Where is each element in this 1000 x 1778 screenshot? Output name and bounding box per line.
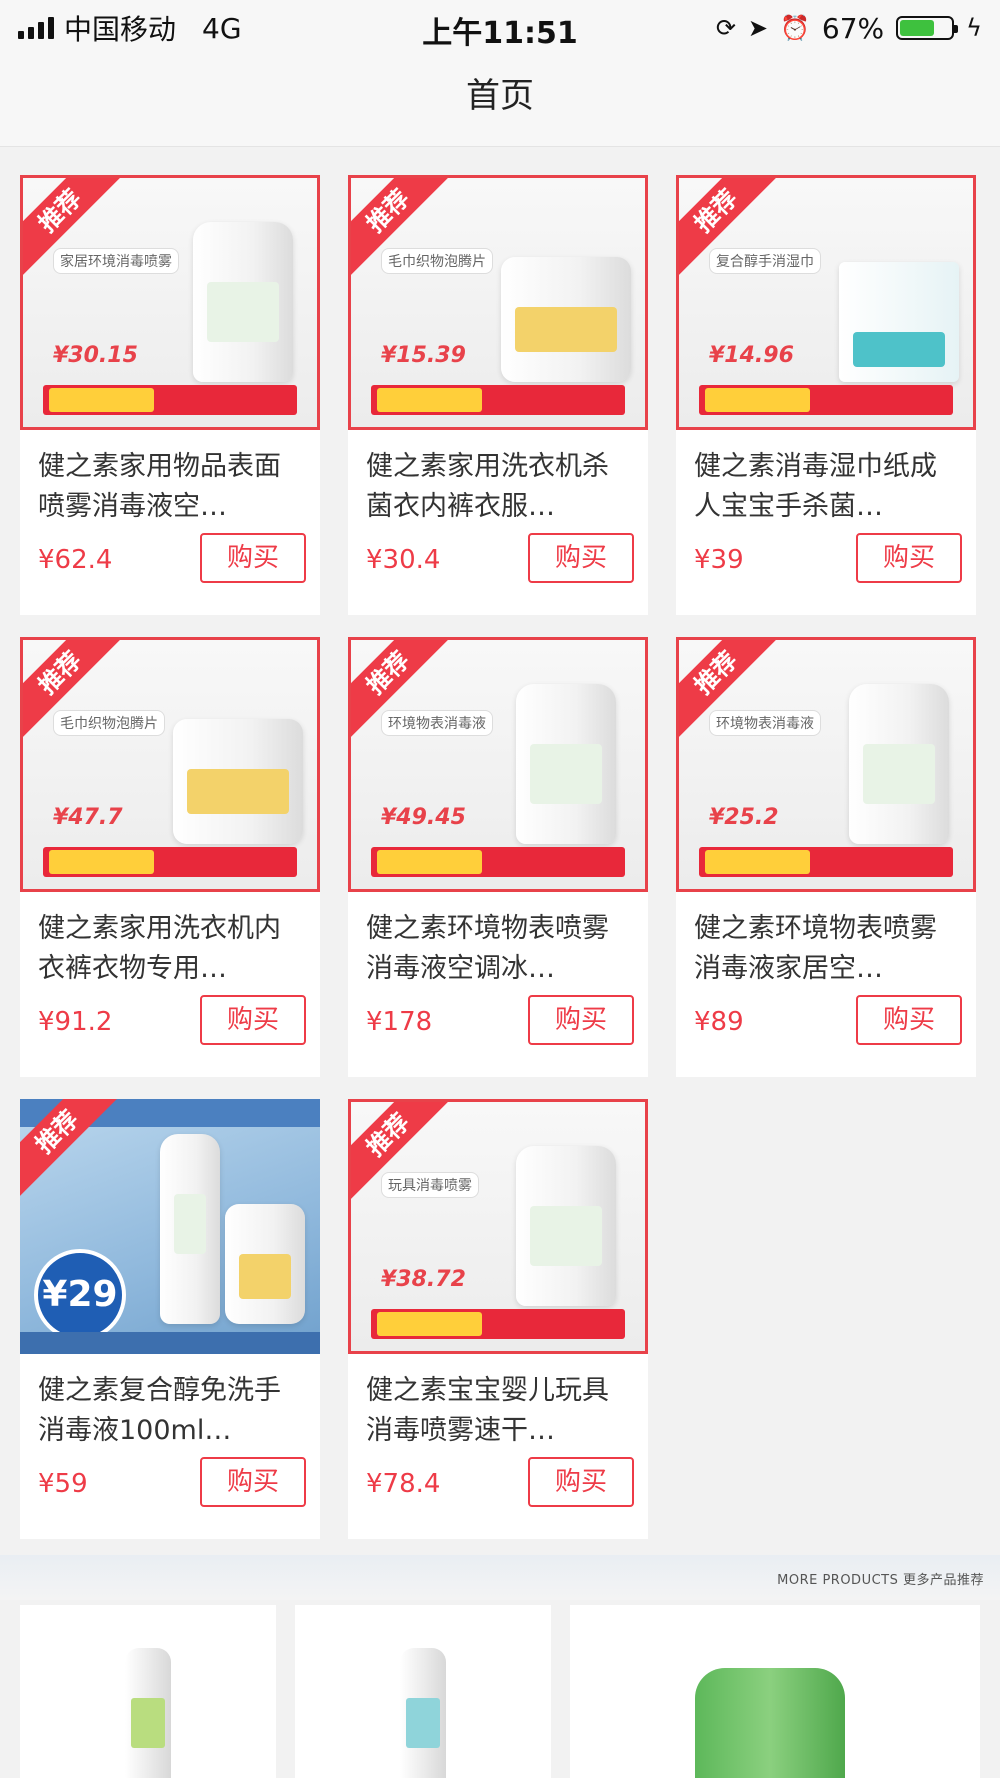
- buy-button[interactable]: 购买: [856, 995, 962, 1045]
- more-product-card[interactable]: [570, 1605, 980, 1778]
- product-thumbnail[interactable]: ¥29 推荐: [20, 1099, 320, 1354]
- product-card[interactable]: 家居环境消毒喷雾 ¥30.15 推荐 健之素家用物品表面喷雾消毒液空… ¥62.…: [20, 175, 320, 615]
- status-right: ⟳ ➤ ⏰ 67% ϟ: [716, 10, 982, 46]
- tablet-jar-image: [501, 257, 631, 382]
- buy-button[interactable]: 购买: [200, 1457, 306, 1507]
- page-title: 首页: [466, 76, 534, 116]
- product-card[interactable]: 环境物表消毒液 ¥25.2 推荐 健之素环境物表喷雾消毒液家居空… ¥89 购买: [676, 637, 976, 1077]
- thumbnail-price: ¥38.72: [381, 1267, 466, 1292]
- product-thumbnail[interactable]: 毛巾织物泡腾片 ¥15.39 推荐: [348, 175, 648, 430]
- product-thumbnail[interactable]: 玩具消毒喷雾 ¥38.72 推荐: [348, 1099, 648, 1354]
- thumbnail-price: ¥47.7: [53, 805, 123, 830]
- orientation-lock-icon: ⟳: [715, 14, 736, 42]
- product-card[interactable]: ¥29 推荐 健之素复合醇免洗手消毒液100ml… ¥59 购买: [20, 1099, 320, 1539]
- product-price: ¥39: [694, 545, 744, 575]
- thumbnail-price: ¥49.45: [381, 805, 466, 830]
- tablet-jar-image: [225, 1204, 305, 1324]
- more-product-card[interactable]: [20, 1605, 276, 1778]
- product-price: ¥89: [694, 1007, 744, 1037]
- buy-button[interactable]: 购买: [528, 1457, 634, 1507]
- pump-bottle-image: [695, 1668, 845, 1778]
- location-icon: ➤: [747, 14, 769, 42]
- product-card[interactable]: 玩具消毒喷雾 ¥38.72 推荐 健之素宝宝婴儿玩具消毒喷雾速干… ¥78.4 …: [348, 1099, 648, 1539]
- product-thumbnail[interactable]: 环境物表消毒液 ¥25.2 推荐: [676, 637, 976, 892]
- buy-button[interactable]: 购买: [528, 533, 634, 583]
- tablet-jar-image: [173, 719, 303, 844]
- product-title[interactable]: 健之素消毒湿巾纸成人宝宝手杀菌…: [694, 447, 962, 527]
- product-title[interactable]: 健之素宝宝婴儿玩具消毒喷雾速干…: [366, 1371, 634, 1451]
- product-price: ¥62.4: [38, 545, 113, 575]
- banner-strip: [20, 1332, 320, 1354]
- promo-band: [371, 1309, 625, 1339]
- product-thumbnail[interactable]: 复合醇手消湿巾 ¥14.96 推荐: [676, 175, 976, 430]
- product-thumbnail[interactable]: 家居环境消毒喷雾 ¥30.15 推荐: [20, 175, 320, 430]
- product-price: ¥59: [38, 1469, 88, 1499]
- promo-band: [43, 847, 297, 877]
- thumbnail-price: ¥30.15: [53, 343, 138, 368]
- more-product-card[interactable]: [295, 1605, 551, 1778]
- thumbnail-price: ¥15.39: [381, 343, 466, 368]
- bottle-image: [400, 1648, 446, 1778]
- thumbnail-tag: 环境物表消毒液: [709, 710, 821, 736]
- promo-band: [43, 385, 297, 415]
- product-thumbnail[interactable]: 环境物表消毒液 ¥49.45 推荐: [348, 637, 648, 892]
- charging-icon: ϟ: [966, 14, 982, 42]
- battery-percent: 67%: [821, 11, 885, 45]
- product-price: ¥30.4: [366, 545, 441, 575]
- bottle-image: [125, 1648, 171, 1778]
- product-card[interactable]: 毛巾织物泡腾片 ¥47.7 推荐 健之素家用洗衣机内衣裤衣物专用… ¥91.2 …: [20, 637, 320, 1077]
- spray-bottle-image: [849, 684, 949, 844]
- thumbnail-price: ¥25.2: [709, 805, 779, 830]
- promo-band: [371, 847, 625, 877]
- battery-icon: [896, 16, 959, 40]
- product-price: ¥91.2: [38, 1007, 113, 1037]
- spray-bottle-image: [193, 222, 293, 382]
- promo-band: [699, 847, 953, 877]
- product-title[interactable]: 健之素家用洗衣机内衣裤衣物专用…: [38, 909, 306, 989]
- promo-band: [371, 385, 625, 415]
- thumbnail-tag: 家居环境消毒喷雾: [53, 248, 179, 274]
- thumbnail-tag: 复合醇手消湿巾: [709, 248, 821, 274]
- more-products-label: MORE PRODUCTS 更多产品推荐: [777, 1573, 984, 1588]
- product-price: ¥78.4: [366, 1469, 441, 1499]
- product-title[interactable]: 健之素复合醇免洗手消毒液100ml…: [38, 1371, 306, 1451]
- product-title[interactable]: 健之素环境物表喷雾消毒液家居空…: [694, 909, 962, 989]
- thumbnail-tag: 环境物表消毒液: [381, 710, 493, 736]
- wipes-box-image: [839, 262, 959, 382]
- nav-bar: 首页: [0, 56, 1000, 147]
- product-card[interactable]: 环境物表消毒液 ¥49.45 推荐 健之素环境物表喷雾消毒液空调冰… ¥178 …: [348, 637, 648, 1077]
- promo-band: [699, 385, 953, 415]
- product-price: ¥178: [366, 1007, 433, 1037]
- price-badge: ¥29: [34, 1249, 126, 1341]
- product-card[interactable]: 复合醇手消湿巾 ¥14.96 推荐 健之素消毒湿巾纸成人宝宝手杀菌… ¥39 购…: [676, 175, 976, 615]
- sanitizer-bottle-image: [160, 1134, 220, 1324]
- buy-button[interactable]: 购买: [200, 995, 306, 1045]
- more-products-banner: MORE PRODUCTS 更多产品推荐: [0, 1555, 1000, 1600]
- thumbnail-price: ¥14.96: [709, 343, 794, 368]
- product-title[interactable]: 健之素环境物表喷雾消毒液空调冰…: [366, 909, 634, 989]
- buy-button[interactable]: 购买: [856, 533, 962, 583]
- thumbnail-tag: 毛巾织物泡腾片: [53, 710, 165, 736]
- product-title[interactable]: 健之素家用物品表面喷雾消毒液空…: [38, 447, 306, 527]
- buy-button[interactable]: 购买: [528, 995, 634, 1045]
- product-title[interactable]: 健之素家用洗衣机杀菌衣内裤衣服…: [366, 447, 634, 527]
- alarm-icon: ⏰: [780, 14, 810, 42]
- thumbnail-tag: 玩具消毒喷雾: [381, 1172, 479, 1198]
- spray-bottle-image: [516, 684, 616, 844]
- product-thumbnail[interactable]: 毛巾织物泡腾片 ¥47.7 推荐: [20, 637, 320, 892]
- battery-fill: [900, 20, 934, 36]
- buy-button[interactable]: 购买: [200, 533, 306, 583]
- spray-bottle-image: [516, 1146, 616, 1306]
- thumbnail-tag: 毛巾织物泡腾片: [381, 248, 493, 274]
- status-bar: 中国移动 4G 上午11:51 ⟳ ➤ ⏰ 67% ϟ: [0, 0, 1000, 56]
- product-card[interactable]: 毛巾织物泡腾片 ¥15.39 推荐 健之素家用洗衣机杀菌衣内裤衣服… ¥30.4…: [348, 175, 648, 615]
